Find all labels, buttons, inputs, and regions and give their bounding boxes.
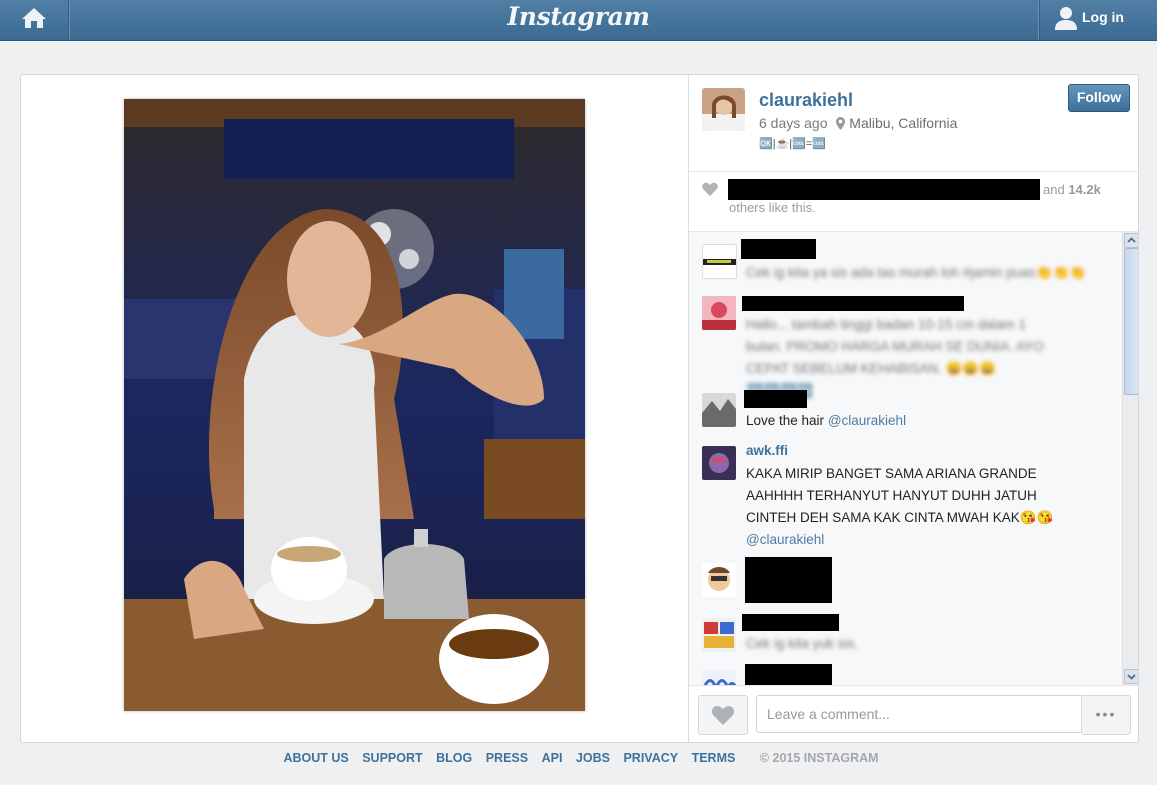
footer-link-jobs[interactable]: JOBS (576, 751, 610, 765)
scroll-up-button[interactable] (1124, 233, 1138, 248)
comment-composer: ••• (689, 686, 1138, 742)
post-card: claurakiehl 6 days ago Malibu, Californi… (20, 74, 1139, 743)
likes-count-text: and 14.2k (1043, 182, 1101, 197)
heart-icon (702, 182, 718, 196)
chevron-up-icon (1127, 237, 1136, 243)
footer-link-api[interactable]: API (542, 751, 563, 765)
redacted-comment (745, 557, 832, 603)
comment-text: KAKA MIRIP BANGET SAMA ARIANA GRANDE AAH… (746, 463, 1068, 551)
comment-mention[interactable]: @claurakiehl (828, 413, 906, 428)
instagram-logo[interactable]: Instagram (0, 2, 1157, 31)
comment-mention[interactable]: @claurakiehl (746, 532, 824, 547)
redacted-likers (728, 179, 1040, 200)
redacted-username (742, 296, 964, 311)
redacted-username (744, 390, 807, 408)
commenter-avatar[interactable] (702, 393, 736, 427)
comments-list[interactable]: Cek ig kita ya sis ada tas murah loh #ja… (689, 232, 1138, 686)
photo-panel (21, 75, 689, 742)
redacted-username (741, 239, 816, 259)
chevron-down-icon (1127, 674, 1136, 680)
comment-input[interactable] (756, 695, 1084, 733)
footer-link-support[interactable]: SUPPORT (362, 751, 422, 765)
post-time[interactable]: 6 days ago (759, 115, 828, 131)
footer-link-blog[interactable]: BLOG (436, 751, 472, 765)
likes-count[interactable]: 14.2k (1068, 182, 1101, 197)
post-sidebar: claurakiehl 6 days ago Malibu, Californi… (689, 75, 1138, 742)
login-label: Log in (1082, 9, 1124, 25)
scroll-thumb[interactable] (1124, 248, 1138, 395)
post-photo[interactable] (124, 99, 585, 711)
user-icon (1055, 7, 1077, 30)
footer-link-press[interactable]: PRESS (486, 751, 528, 765)
commenter-avatar[interactable] (702, 446, 736, 480)
likes-summary: and 14.2k others like this. (689, 172, 1138, 232)
commenter-avatar[interactable] (702, 670, 736, 685)
post-owner-header: claurakiehl 6 days ago Malibu, Californi… (689, 75, 1138, 172)
comment-text: Hallo... tambah tinggi badan 10-15 cm da… (746, 317, 1044, 398)
comment-text: Cek ig kita yuk sis. (746, 636, 858, 651)
footer: ABOUT US SUPPORT BLOG PRESS API JOBS PRI… (0, 751, 1157, 771)
more-options-button[interactable]: ••• (1081, 695, 1131, 735)
top-navigation-bar: Instagram Log in (0, 0, 1157, 41)
commenter-username[interactable]: awk.ffi (746, 443, 788, 458)
footer-link-privacy[interactable]: PRIVACY (623, 751, 678, 765)
comments-scrollbar[interactable] (1122, 232, 1138, 685)
post-meta: 6 days ago Malibu, California (759, 115, 957, 131)
comment-body: KAKA MIRIP BANGET SAMA ARIANA GRANDE AAH… (746, 466, 1054, 525)
copyright: © 2015 INSTAGRAM (759, 751, 879, 765)
commenter-avatar[interactable] (702, 244, 737, 279)
likes-others-text: others like this. (729, 200, 816, 215)
comment-text: Love the hair @claurakiehl (746, 410, 1106, 432)
comment-body: Love the hair (746, 413, 825, 428)
footer-link-terms[interactable]: TERMS (692, 751, 736, 765)
post-caption: 🆗|☕|🆒=🆒 (759, 138, 826, 150)
like-button[interactable] (698, 695, 748, 735)
commenter-avatar[interactable] (702, 618, 736, 652)
likes-and: and (1043, 182, 1065, 197)
comment-text: Cek ig kita ya sis ada tas murah loh #ja… (746, 265, 1087, 280)
post-location[interactable]: Malibu, California (849, 115, 957, 131)
commenter-avatar[interactable] (702, 563, 736, 597)
owner-username[interactable]: claurakiehl (759, 90, 853, 111)
commenter-avatar[interactable] (702, 296, 736, 330)
heart-icon (711, 705, 735, 725)
footer-link-about[interactable]: ABOUT US (283, 751, 348, 765)
follow-button[interactable]: Follow (1068, 84, 1130, 112)
scroll-down-button[interactable] (1124, 669, 1138, 684)
location-pin-icon (836, 117, 846, 130)
owner-avatar[interactable] (702, 88, 745, 131)
redacted-username (742, 614, 839, 631)
login-button[interactable]: Log in (1039, 0, 1157, 40)
redacted-username (745, 664, 832, 685)
